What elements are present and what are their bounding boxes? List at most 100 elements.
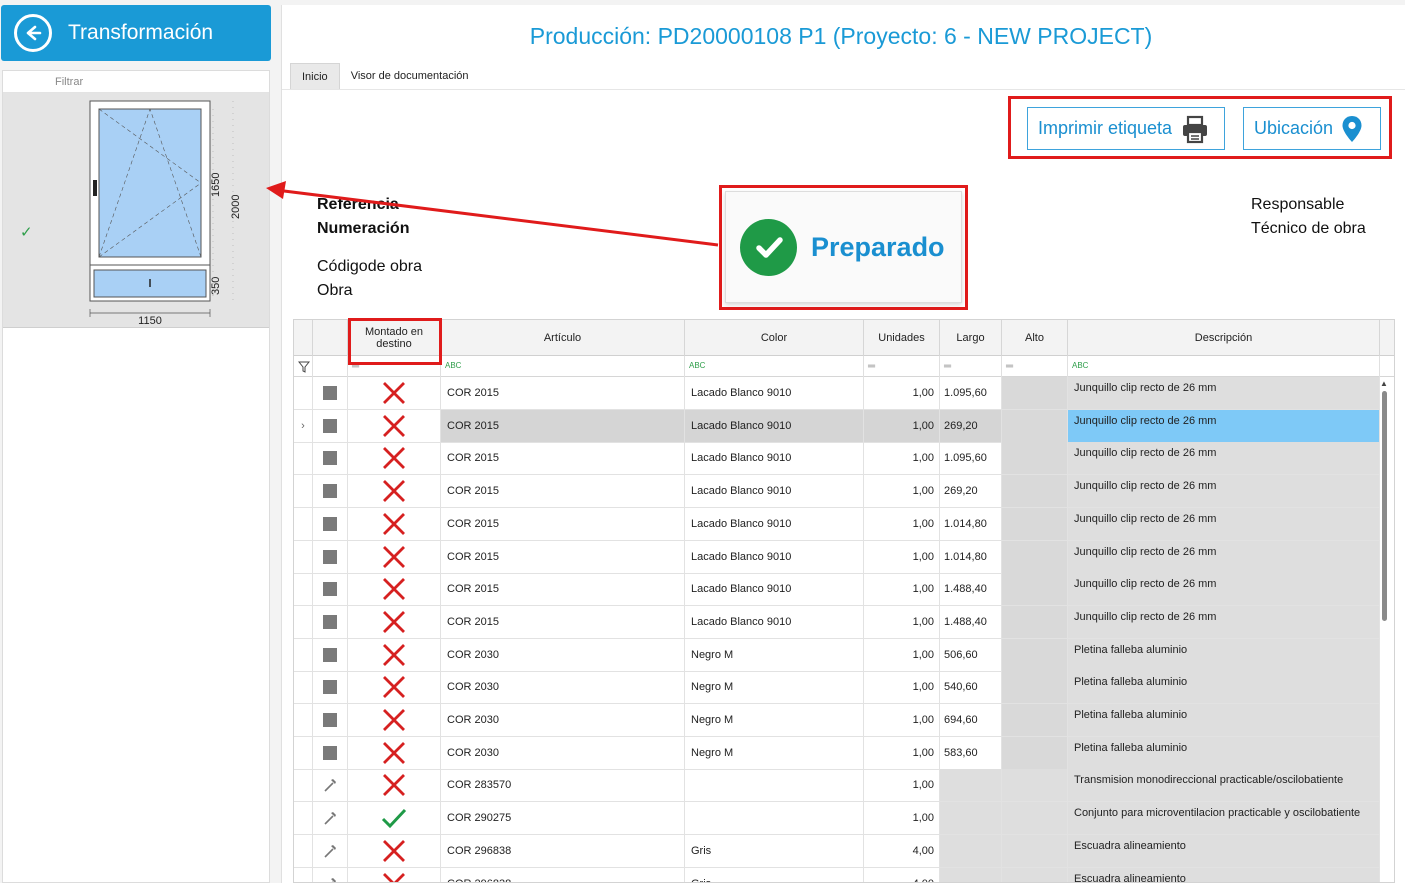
square-icon [323,680,337,695]
row-expand-icon[interactable] [294,802,313,835]
row-expand-icon[interactable] [294,834,313,867]
alto-cell [1002,736,1068,769]
print-label-button[interactable]: Imprimir etiqueta [1027,107,1225,150]
mounted-cell[interactable] [348,671,441,704]
color-cell: Lacado Blanco 9010 [685,605,864,638]
filter-alto[interactable]: ═ [1002,356,1068,377]
unidades-cell: 4,00 [864,867,940,882]
scroll-up-icon[interactable]: ▲ [1380,379,1388,388]
tab-visor-documentacion[interactable]: Visor de documentación [340,63,480,89]
unidades-cell: 1,00 [864,409,940,442]
unidades-cell: 1,00 [864,377,940,409]
color-cell: Lacado Blanco 9010 [685,573,864,606]
map-pin-icon [1341,115,1363,143]
mounted-cell[interactable] [348,834,441,867]
table-row[interactable]: COR 2015 Lacado Blanco 9010 1,00 1.488,40 Ju… [294,573,1380,607]
color-cell: Negro M [685,736,864,769]
filter-articulo[interactable]: ABC [441,356,685,377]
row-expand-icon[interactable] [294,475,313,508]
header-unidades[interactable]: Unidades [864,320,940,356]
row-expand-icon[interactable] [294,377,313,409]
row-expand-icon[interactable] [294,671,313,704]
table-row[interactable]: COR 2015 Lacado Blanco 9010 1,00 1.095,60 Ju… [294,442,1380,476]
mounted-cell[interactable] [348,442,441,475]
table-row[interactable]: COR 290275 1,00 Conjunto para microventila… [294,802,1380,836]
row-expand-icon[interactable] [294,638,313,671]
mounted-cell[interactable] [348,377,441,409]
hammer-icon [324,844,336,858]
largo-cell: 583,60 [940,736,1002,769]
row-expand-icon[interactable] [294,736,313,769]
hammer-icon [331,877,336,882]
row-expand-icon[interactable] [294,540,313,573]
tab-inicio[interactable]: Inicio [290,63,340,89]
header-descripcion[interactable]: Descripción [1068,320,1380,356]
mounted-cell[interactable] [348,605,441,638]
articulo-cell: COR 296838 [441,834,685,867]
row-type-cell [313,867,348,882]
alto-cell [1002,834,1068,867]
header-alto[interactable]: Alto [1002,320,1068,356]
table-row[interactable]: COR 2015 Lacado Blanco 9010 1,00 1.014,80 Ju… [294,507,1380,541]
location-button[interactable]: Ubicación [1243,107,1381,150]
articulo-cell: COR 2030 [441,638,685,671]
row-expand-icon[interactable] [294,769,313,802]
unidades-cell: 1,00 [864,475,940,508]
row-expand-icon[interactable] [294,573,313,606]
grid-filter-row: ═ ABC ABC ═ ═ ═ ABC [294,356,1394,377]
mounted-cell[interactable] [348,802,441,835]
filter-label[interactable]: Filtrar [3,71,269,93]
header-largo[interactable]: Largo [940,320,1002,356]
table-row[interactable]: COR 296838Gris4,00 Escuadra alineamiento [294,867,1380,882]
mounted-cell[interactable] [348,540,441,573]
unidades-cell: 1,00 [864,573,940,606]
table-row[interactable]: COR 2015 Lacado Blanco 9010 1,00 1.014,80 Ju… [294,540,1380,574]
row-type-cell [313,377,348,409]
descripcion-cell: Pletina falleba aluminio [1068,704,1380,736]
printer-icon [1180,114,1210,144]
mounted-cell[interactable] [348,736,441,769]
articulo-cell: COR 2015 [441,409,685,442]
row-expand-icon[interactable]: › [294,409,313,442]
list-item-window[interactable]: ✓ 1150 1650 2000 350 [3,93,269,328]
table-row[interactable]: COR 2015 Lacado Blanco 9010 1,00 1.095,60 Ju… [294,377,1380,410]
table-row[interactable]: COR 2015 Lacado Blanco 9010 1,00 269,20 Junq… [294,475,1380,509]
mounted-cell[interactable] [348,573,441,606]
red-x-icon [383,872,405,882]
mounted-cell[interactable] [348,769,441,802]
table-row[interactable]: COR 283570 1,00 Transmision monodirecciona… [294,769,1380,803]
filter-unidades[interactable]: ═ [864,356,940,377]
row-type-cell [313,540,348,573]
descripcion-cell: Pletina falleba aluminio [1068,736,1380,769]
scroll-thumb[interactable] [1382,391,1387,621]
mounted-cell[interactable] [348,867,441,882]
articulo-cell: COR 2015 [441,573,685,606]
filter-descripcion[interactable]: ABC [1068,356,1380,377]
filter-funnel-icon[interactable] [294,356,313,377]
mounted-cell[interactable] [348,507,441,540]
filter-color[interactable]: ABC [685,356,864,377]
mounted-cell[interactable] [348,409,441,442]
row-expand-icon[interactable] [294,704,313,736]
table-row[interactable]: COR 2030 Negro M 1,00 694,60 Pletina falleba… [294,704,1380,737]
color-cell: Gris [685,867,864,882]
table-row[interactable]: COR 296838Gris4,00 Escuadra alineamiento [294,834,1380,868]
filter-largo[interactable]: ═ [940,356,1002,377]
row-expand-icon[interactable] [294,507,313,540]
mounted-cell[interactable] [348,475,441,508]
table-row[interactable]: COR 2030 Negro M 1,00 540,60 Pletina falleba… [294,671,1380,705]
largo-cell: 1.014,80 [940,540,1002,573]
table-row[interactable]: COR 2015 Lacado Blanco 9010 1,00 1.488,40 Ju… [294,605,1380,639]
table-row[interactable]: COR 2030 Negro M 1,00 583,60 Pletina falleba… [294,736,1380,770]
header-articulo[interactable]: Artículo [441,320,685,356]
row-expand-icon[interactable] [294,605,313,638]
mounted-cell[interactable] [348,704,441,736]
mounted-cell[interactable] [348,638,441,671]
row-expand-icon[interactable] [294,442,313,475]
header-color[interactable]: Color [685,320,864,356]
row-expand-icon[interactable] [294,867,313,882]
back-button[interactable]: Transformación [1,5,271,61]
table-row[interactable]: COR 2030 Negro M 1,00 506,60 Pletina falleba… [294,638,1380,672]
vertical-scrollbar[interactable]: ▲ [1378,377,1390,882]
table-row[interactable]: › COR 2015 Lacado Blanco 9010 1,00 269,20 Jun… [294,409,1380,443]
